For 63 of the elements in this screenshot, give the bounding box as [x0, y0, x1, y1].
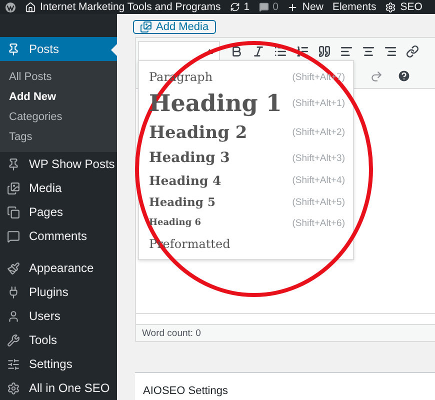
numbered-list-icon [296, 44, 308, 58]
sidebar-item[interactable]: Media [0, 176, 117, 200]
sidebar-item[interactable]: WP Show Posts [0, 152, 117, 176]
panel-title: AIOSEO Settings [143, 385, 228, 398]
submenu-item[interactable]: Tags [0, 127, 117, 147]
caret-icon [206, 48, 213, 54]
sidebar-item[interactable]: Comments [0, 224, 117, 248]
new-link[interactable]: New [287, 1, 324, 13]
bulleted-list-icon [274, 44, 286, 58]
pin-icon [7, 42, 20, 56]
wordpress-logo-icon[interactable] [5, 2, 16, 12]
images-icon [7, 182, 20, 194]
admin-bar-link[interactable]: Elements [332, 1, 376, 13]
align-center-icon [362, 44, 374, 58]
italic-icon [252, 44, 264, 58]
submenu-item[interactable]: All Posts [0, 67, 117, 87]
plus-icon [287, 2, 298, 12]
bold-icon [230, 44, 242, 58]
home-icon [25, 2, 36, 12]
wrench-icon [7, 334, 20, 346]
shortcut-hint: (Shift+Alt+1) [292, 98, 345, 110]
sidebar-item[interactable]: Settings [0, 352, 117, 376]
quote-icon [318, 44, 330, 58]
speech-bubble-icon [7, 230, 20, 242]
submenu-item[interactable]: Categories [0, 107, 117, 127]
format-option[interactable]: Heading 5 (Shift+Alt+5) [139, 191, 353, 214]
gear-icon [7, 382, 20, 394]
redo-icon [370, 70, 382, 83]
shortcut-hint: (Shift+Alt+3) [292, 152, 345, 164]
add-media-button[interactable]: Add Media [133, 20, 216, 34]
submenu-item[interactable]: Add New [0, 87, 117, 107]
sidebar-item[interactable]: Pages [0, 200, 117, 224]
shortcut-hint: (Shift+Alt+2) [292, 127, 345, 138]
shortcut-hint: (Shift+Alt+4) [292, 175, 345, 186]
link-icon [406, 44, 418, 58]
sliders-icon [7, 358, 20, 370]
paintbrush-icon [7, 262, 20, 274]
help-icon [397, 69, 411, 84]
admin-bar-link[interactable]: SEO [385, 1, 422, 13]
format-option[interactable]: Heading 4 (Shift+Alt+4) [139, 170, 353, 192]
sidebar-item[interactable]: Users [0, 304, 117, 328]
pin-icon [7, 158, 20, 170]
sidebar-item[interactable]: All in One SEO [0, 376, 117, 400]
user-icon [7, 310, 20, 322]
refresh-icon [230, 2, 240, 12]
site-title-link[interactable]: Internet Marketing Tools and Programs [25, 1, 221, 13]
sidebar-item[interactable]: Tools [0, 328, 117, 352]
shortcut-hint: (Shift+Alt+6) [292, 218, 345, 229]
plug-icon [7, 286, 20, 298]
speech-bubble-icon [258, 2, 269, 12]
sidebar-item[interactable]: Plugins [0, 280, 117, 304]
sidebar-item[interactable]: Posts [0, 37, 117, 61]
updates-link[interactable]: 1 [230, 1, 250, 13]
align-right-icon [384, 44, 396, 58]
shortcut-hint: (Shift+Alt+5) [292, 196, 345, 208]
sidebar-item[interactable]: Appearance [0, 256, 117, 280]
align-left-icon [340, 44, 352, 58]
format-option[interactable]: Heading 2 (Shift+Alt+2) [139, 119, 353, 146]
comments-link[interactable]: 0 [258, 1, 278, 13]
word-count: Word count: 0 [136, 324, 435, 342]
pages-icon [7, 206, 20, 218]
media-icon [140, 21, 152, 34]
format-option[interactable]: Heading 3 (Shift+Alt+3) [139, 146, 353, 170]
